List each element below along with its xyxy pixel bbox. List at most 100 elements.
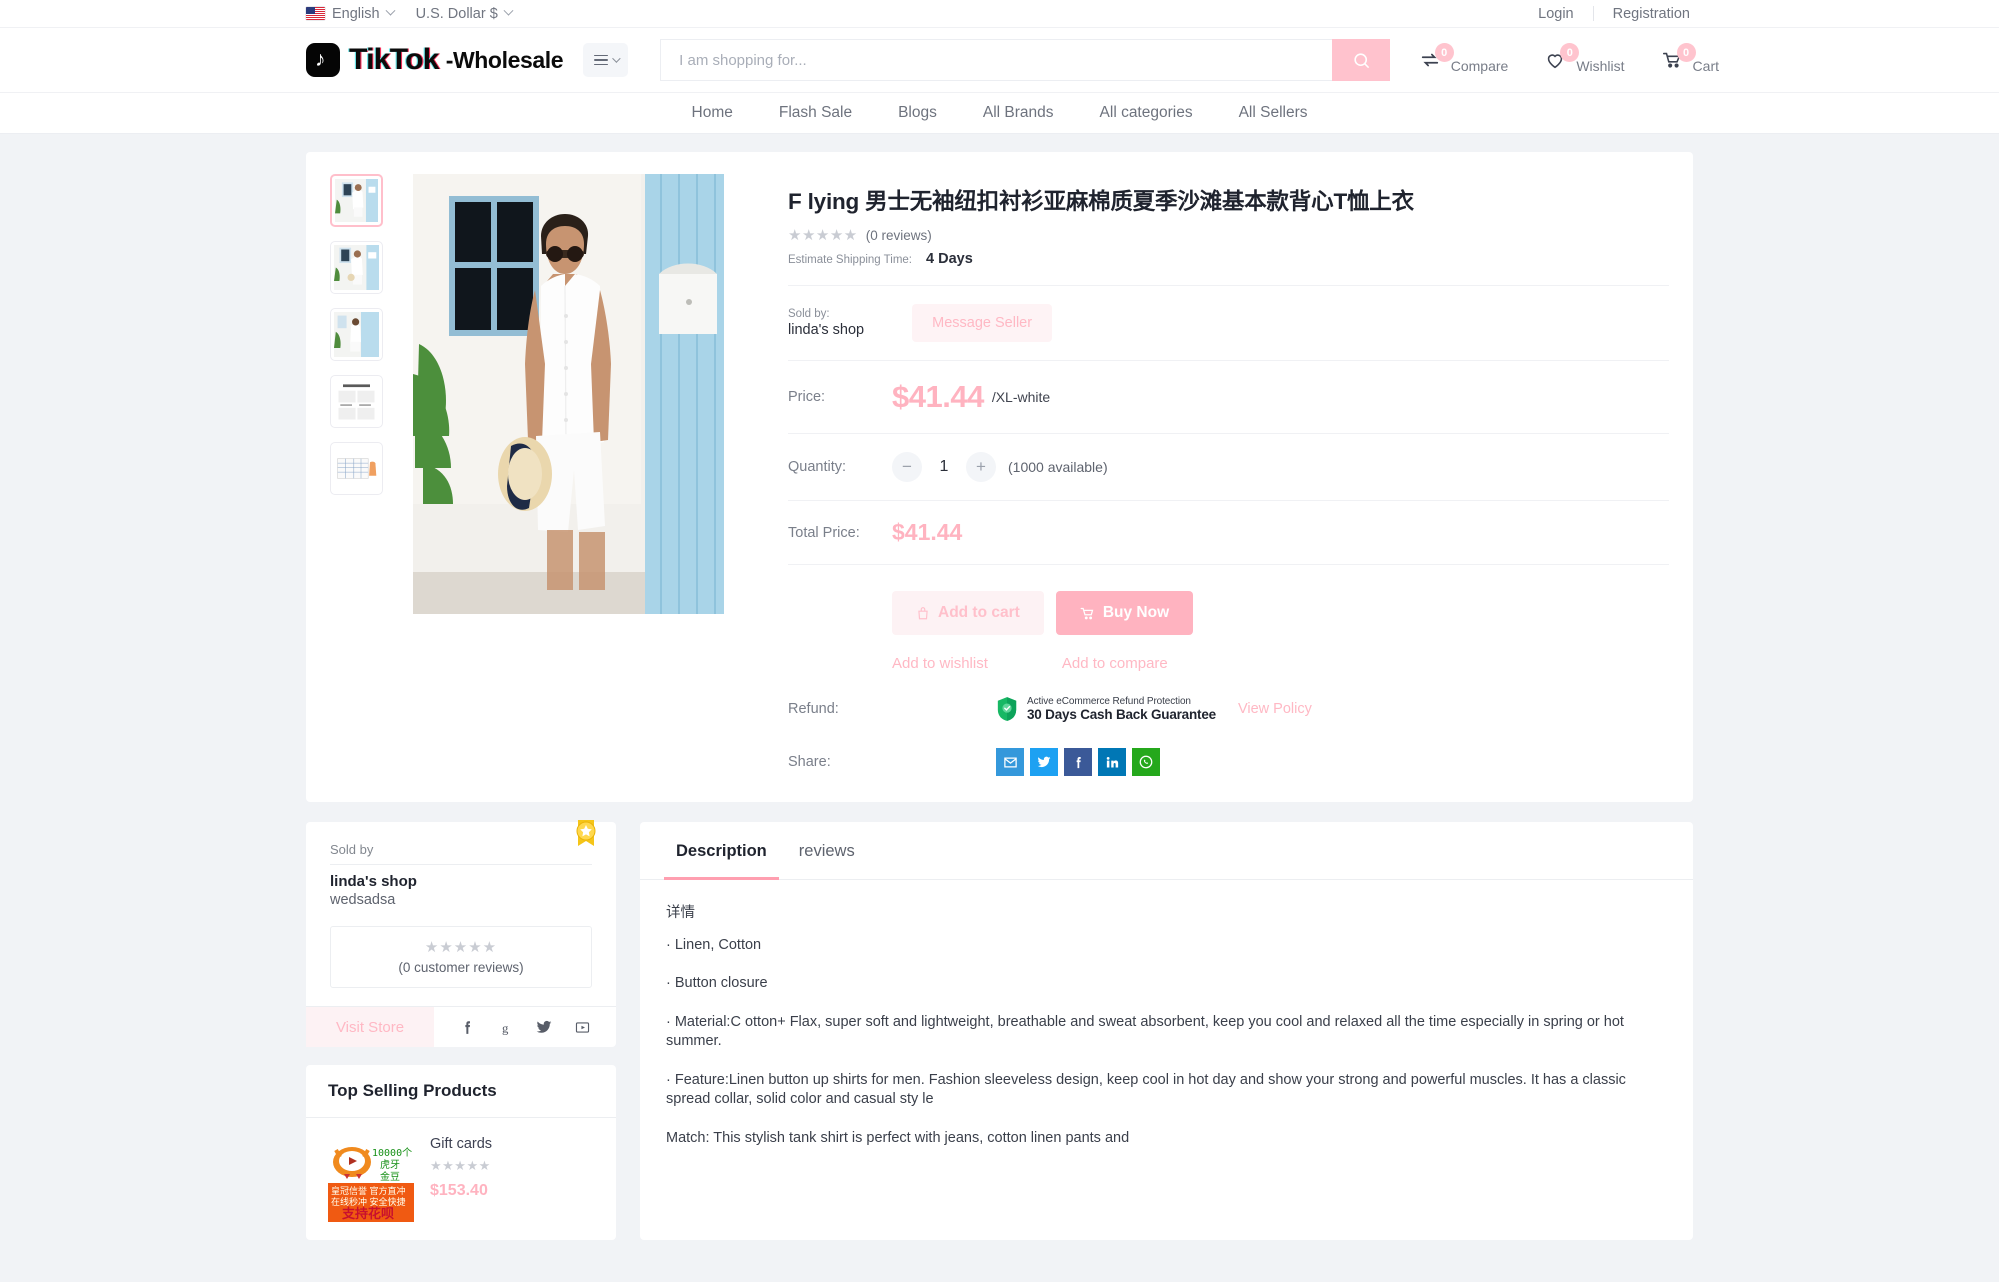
thumbnail-2[interactable] [330, 241, 383, 294]
add-to-cart-label: Add to cart [938, 604, 1020, 621]
language-label: English [332, 5, 380, 22]
nav-item-all-sellers[interactable]: All Sellers [1239, 104, 1308, 122]
quantity-value: 1 [939, 458, 949, 475]
page-content: F lying 男士无袖纽扣衬衫亚麻棉质夏季沙滩基本款背心T恤上衣 ★★★★★ … [0, 134, 1999, 1240]
facebook-icon[interactable] [459, 1019, 476, 1036]
thumbnail-1[interactable] [330, 174, 383, 227]
product-rating: ★★★★★ (0 reviews) [788, 226, 1669, 244]
review-count: (0 reviews) [865, 227, 932, 243]
currency-selector[interactable]: U.S. Dollar $ [416, 6, 514, 22]
sold-by-block: Sold by: linda's shop [788, 308, 864, 338]
top-selling-heading: Top Selling Products [306, 1065, 616, 1118]
add-to-compare-link[interactable]: Add to compare [1062, 655, 1168, 672]
refund-guarantee-text: 30 Days Cash Back Guarantee [1027, 707, 1216, 722]
refund-badge: Active eCommerce Refund Protection 30 Da… [996, 696, 1216, 722]
quantity-increase-button[interactable]: + [966, 452, 996, 482]
quantity-row: Quantity: − 1 + (1000 available) [788, 434, 1669, 501]
rating-stars: ★★★★★ [788, 227, 858, 244]
whatsapp-icon [1139, 755, 1153, 769]
compare-button[interactable]: Compare 0 [1416, 43, 1508, 74]
share-email-button[interactable] [996, 748, 1024, 776]
shop-name[interactable]: linda's shop [330, 873, 592, 890]
store-footer: Visit Store g [306, 1006, 616, 1047]
compare-count-badge: 0 [1434, 43, 1454, 62]
nav-item-all-categories[interactable]: All categories [1100, 104, 1193, 122]
share-buttons [996, 748, 1160, 776]
product-name[interactable]: Gift cards [430, 1136, 492, 1152]
logo-text: TikTok [349, 43, 439, 76]
product-info: F lying 男士无袖纽扣衬衫亚麻棉质夏季沙滩基本款背心T恤上衣 ★★★★★ … [724, 174, 1669, 776]
top-bar: English U.S. Dollar $ Login Registration [0, 0, 1999, 28]
shop-review-count: (0 customer reviews) [398, 960, 524, 975]
search-input[interactable] [660, 39, 1333, 81]
top-selling-card: Top Selling Products 10000个 虎牙 金豆 皇冠信誉 官… [306, 1065, 616, 1240]
wishlist-button[interactable]: Wishlist 0 [1541, 43, 1625, 74]
registration-link[interactable]: Registration [1594, 6, 1709, 22]
seller-name[interactable]: linda's shop [788, 322, 864, 338]
verified-ribbon-icon [576, 820, 596, 846]
visit-store-button[interactable]: Visit Store [306, 1007, 434, 1047]
thumbnail-5-size-chart[interactable] [330, 442, 383, 495]
nav-item-home[interactable]: Home [692, 104, 733, 122]
cart-label: Cart [1692, 58, 1719, 74]
main-nav: Home Flash Sale Blogs All Brands All cat… [0, 92, 1999, 134]
share-whatsapp-button[interactable] [1132, 748, 1160, 776]
cart-count-badge: 0 [1676, 43, 1696, 62]
top-bar-left: English U.S. Dollar $ [306, 5, 514, 22]
chevron-down-icon [385, 5, 396, 16]
svg-text:10000个: 10000个 [372, 1147, 412, 1159]
quantity-available: (1000 available) [1008, 459, 1108, 475]
linkedin-icon [1106, 756, 1118, 767]
language-selector[interactable]: English [306, 5, 396, 22]
nav-item-blogs[interactable]: Blogs [898, 104, 937, 122]
thumbnail-4-product-details[interactable] [330, 375, 383, 428]
lower-section: Sold by linda's shop wedsadsa ★★★★★ (0 c… [306, 820, 1693, 1240]
list-item[interactable]: 10000个 虎牙 金豆 皇冠信誉 官方直冲 在线秒冲 安全快捷 支持花呗 Gi… [306, 1118, 616, 1240]
tab-reviews[interactable]: reviews [787, 822, 867, 880]
email-icon [1003, 757, 1017, 767]
shop-rating-stars: ★★★★★ [424, 939, 498, 956]
site-logo[interactable]: TikTok -Wholesale [306, 43, 564, 77]
login-link[interactable]: Login [1519, 6, 1592, 22]
share-twitter-button[interactable] [1030, 748, 1058, 776]
add-to-cart-button[interactable]: Add to cart [892, 591, 1044, 635]
add-to-wishlist-link[interactable]: Add to wishlist [892, 655, 988, 672]
thumbnail-3[interactable] [330, 308, 383, 361]
buy-now-button[interactable]: Buy Now [1055, 591, 1194, 635]
share-linkedin-button[interactable] [1098, 748, 1126, 776]
secondary-actions: Add to wishlist Add to compare [788, 635, 1669, 672]
nav-item-flash-sale[interactable]: Flash Sale [779, 104, 852, 122]
message-seller-button[interactable]: Message Seller [912, 304, 1053, 342]
tab-description[interactable]: Description [664, 822, 779, 880]
quantity-decrease-button[interactable]: − [892, 452, 922, 482]
view-policy-link[interactable]: View Policy [1238, 701, 1312, 717]
product-main-image[interactable] [413, 174, 724, 614]
price-variant: /XL-white [991, 389, 1051, 405]
us-flag-icon [306, 7, 325, 20]
share-label: Share: [788, 754, 831, 770]
description-line-1: · Linen, Cotton [666, 936, 762, 953]
categories-menu-button[interactable] [583, 43, 629, 77]
store-social-links: g [434, 1007, 616, 1047]
search-button[interactable] [1332, 39, 1391, 81]
google-icon[interactable]: g [497, 1019, 514, 1036]
product-price: $153.40 [430, 1182, 488, 1199]
total-price-value: $41.44 [892, 519, 963, 545]
wishlist-label: Wishlist [1576, 58, 1625, 74]
share-facebook-button[interactable] [1064, 748, 1092, 776]
share-row: Share: [788, 722, 1669, 776]
svg-text:虎牙: 虎牙 [380, 1159, 400, 1171]
youtube-icon[interactable] [574, 1019, 591, 1036]
shipping-value: 4 Days [926, 251, 973, 267]
cart-button[interactable]: Cart 0 [1658, 43, 1719, 74]
svg-text:皇冠信誉 官方直冲: 皇冠信誉 官方直冲 [331, 1185, 406, 1196]
refund-row: Refund: Active eCommerce Refund Protecti… [788, 672, 1669, 722]
site-header: TikTok -Wholesale Compare 0 [0, 28, 1999, 92]
cart-icon [1080, 607, 1094, 619]
product-detail-card: F lying 男士无袖纽扣衬衫亚麻棉质夏季沙滩基本款背心T恤上衣 ★★★★★ … [306, 152, 1693, 802]
description-line-5: Match: This stylish tank shirt is perfec… [666, 1129, 1130, 1146]
sold-by-label: Sold by: [788, 308, 830, 320]
twitter-icon[interactable] [535, 1019, 553, 1035]
refund-label: Refund: [788, 701, 839, 717]
nav-item-all-brands[interactable]: All Brands [983, 104, 1054, 122]
